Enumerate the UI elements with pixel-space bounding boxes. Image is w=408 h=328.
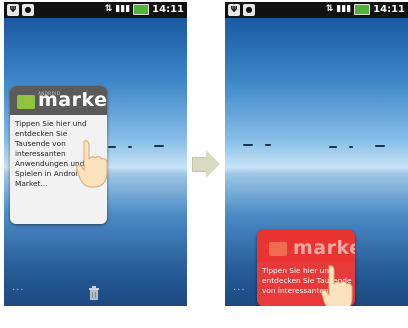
trash-icon[interactable]: [88, 286, 100, 300]
finger-tap-icon: [321, 265, 353, 306]
market-logo-text: market: [293, 237, 355, 259]
clock: 14:11: [152, 3, 184, 15]
dock-dots: ···: [12, 285, 25, 296]
market-widget-header: ANDROID market: [10, 86, 107, 115]
signal-bars-icon: ▮▮▮: [336, 4, 352, 14]
phone-screen-before: Ψ ● ⇅ ▮▮▮ 14:11 ANDROID market Tippen Si…: [4, 2, 187, 306]
dock: ···: [4, 280, 187, 306]
usb-icon: Ψ: [7, 4, 19, 16]
android-notification-icon: ●: [243, 4, 255, 16]
market-logo-text: market: [38, 89, 107, 111]
network-icon: ⇅: [104, 4, 113, 14]
status-bar: Ψ ● ⇅ ▮▮▮ 14:11: [225, 2, 408, 18]
status-bar: Ψ ● ⇅ ▮▮▮ 14:11: [4, 2, 187, 18]
dock-dots: ···: [233, 285, 246, 296]
market-bag-icon: [17, 95, 35, 109]
usb-icon: Ψ: [228, 4, 240, 16]
transition-arrow-icon: [192, 150, 220, 178]
market-bag-icon: [269, 242, 287, 256]
android-notification-icon: ●: [22, 4, 34, 16]
network-icon: ⇅: [325, 4, 334, 14]
clock: 14:11: [373, 3, 405, 15]
finger-tap-icon: [76, 140, 108, 188]
battery-icon: [133, 4, 150, 15]
signal-bars-icon: ▮▮▮: [115, 4, 131, 14]
phone-screen-after: Ψ ● ⇅ ▮▮▮ 14:11 ··· market Tippen Sie hi…: [225, 2, 408, 306]
battery-icon: [354, 4, 371, 15]
market-widget-header: market: [257, 230, 355, 262]
